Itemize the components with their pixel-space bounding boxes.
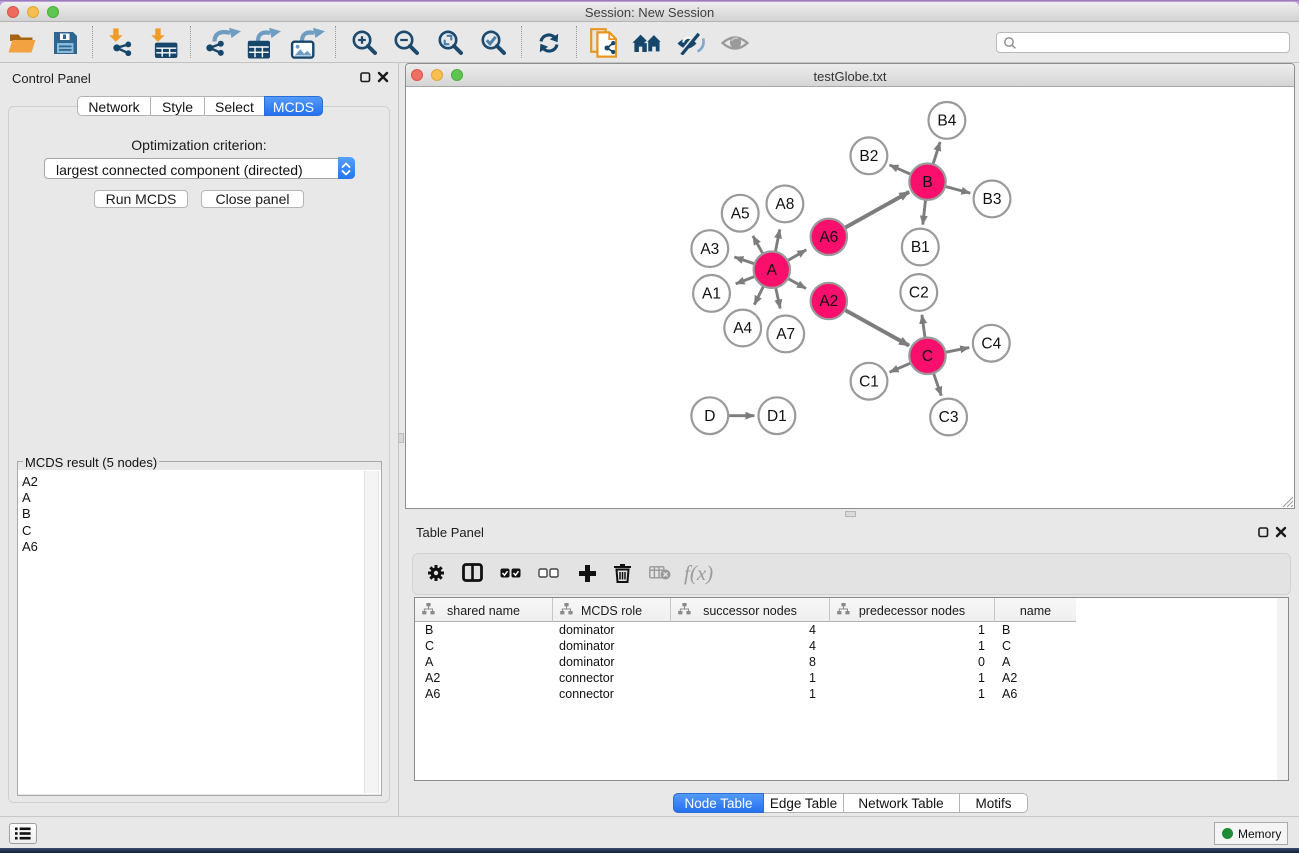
svg-text:B2: B2 bbox=[859, 148, 878, 165]
svg-text:C4: C4 bbox=[981, 335, 1001, 352]
svg-text:A3: A3 bbox=[700, 241, 719, 258]
svg-text:B1: B1 bbox=[911, 239, 930, 256]
svg-text:A5: A5 bbox=[731, 205, 750, 222]
svg-text:A4: A4 bbox=[733, 320, 752, 337]
svg-text:A7: A7 bbox=[776, 326, 795, 343]
svg-text:D: D bbox=[704, 408, 715, 425]
svg-text:C3: C3 bbox=[939, 409, 959, 426]
svg-text:B4: B4 bbox=[937, 113, 956, 130]
svg-text:C: C bbox=[922, 348, 933, 365]
svg-text:A1: A1 bbox=[702, 286, 721, 303]
svg-text:D1: D1 bbox=[767, 408, 787, 425]
svg-text:A: A bbox=[767, 262, 778, 279]
svg-text:A2: A2 bbox=[819, 293, 838, 310]
svg-text:B3: B3 bbox=[983, 191, 1002, 208]
svg-text:C2: C2 bbox=[909, 285, 929, 302]
svg-text:A8: A8 bbox=[775, 196, 794, 213]
svg-text:B: B bbox=[922, 174, 932, 191]
svg-text:A6: A6 bbox=[819, 229, 838, 246]
svg-text:C1: C1 bbox=[859, 373, 879, 390]
